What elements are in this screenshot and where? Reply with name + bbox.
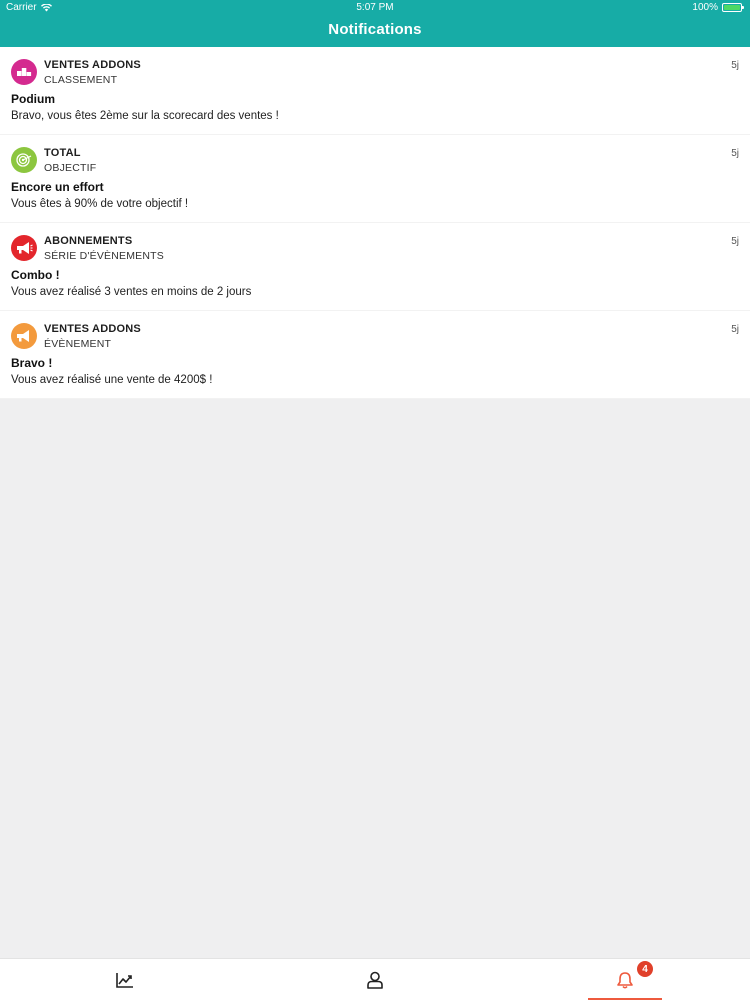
notification-title: Podium — [11, 92, 55, 106]
megaphone-icon — [11, 235, 37, 261]
notification-item[interactable]: VENTES ADDONS ÉVÈNEMENT 5j Bravo ! Vous … — [0, 311, 750, 399]
notification-time: 5j — [731, 60, 739, 71]
tab-bar: 4 — [0, 958, 750, 1000]
notification-list: VENTES ADDONS CLASSEMENT 5j Podium Bravo… — [0, 47, 750, 399]
podium-icon — [11, 59, 37, 85]
notification-time: 5j — [731, 236, 739, 247]
chart-line-icon — [116, 973, 133, 988]
notification-category: TOTAL — [44, 147, 81, 159]
notification-count-badge: 4 — [637, 961, 653, 977]
battery-indicator: 100% — [692, 2, 744, 13]
notification-title: Combo ! — [11, 268, 60, 282]
bell-icon — [617, 972, 633, 989]
tab-notifications[interactable]: 4 — [588, 959, 662, 1000]
notification-message: Bravo, vous êtes 2ème sur la scorecard d… — [11, 110, 279, 122]
notification-item[interactable]: ABONNEMENTS SÉRIE D'ÉVÈNEMENTS 5j Combo … — [0, 223, 750, 311]
page-title: Notifications — [328, 21, 422, 38]
target-icon — [11, 147, 37, 173]
notification-time: 5j — [731, 324, 739, 335]
notification-type: CLASSEMENT — [44, 74, 118, 86]
tab-profile[interactable] — [338, 959, 412, 1000]
notification-item[interactable]: VENTES ADDONS CLASSEMENT 5j Podium Bravo… — [0, 47, 750, 135]
notification-category: ABONNEMENTS — [44, 235, 133, 247]
notification-type: OBJECTIF — [44, 162, 97, 174]
notification-item[interactable]: TOTAL OBJECTIF 5j Encore un effort Vous … — [0, 135, 750, 223]
top-bar: Carrier 5:07 PM 100% Notifications — [0, 0, 750, 47]
notification-type: SÉRIE D'ÉVÈNEMENTS — [44, 250, 164, 262]
battery-percent: 100% — [692, 2, 718, 13]
notification-time: 5j — [731, 148, 739, 159]
notification-category: VENTES ADDONS — [44, 323, 141, 335]
notification-message: Vous êtes à 90% de votre objectif ! — [11, 198, 189, 210]
notification-title: Encore un effort — [11, 180, 104, 194]
notification-message: Vous avez réalisé une vente de 4200$ ! — [11, 374, 213, 386]
status-time: 5:07 PM — [356, 2, 394, 13]
tab-stats[interactable] — [88, 959, 162, 1000]
megaphone-icon — [11, 323, 37, 349]
status-bar: Carrier 5:07 PM 100% — [0, 0, 750, 16]
notification-category: VENTES ADDONS — [44, 59, 141, 71]
battery-icon — [722, 3, 744, 12]
notification-message: Vous avez réalisé 3 ventes en moins de 2… — [11, 286, 252, 298]
notification-title: Bravo ! — [11, 356, 53, 370]
user-icon — [367, 971, 383, 989]
notification-type: ÉVÈNEMENT — [44, 338, 112, 350]
